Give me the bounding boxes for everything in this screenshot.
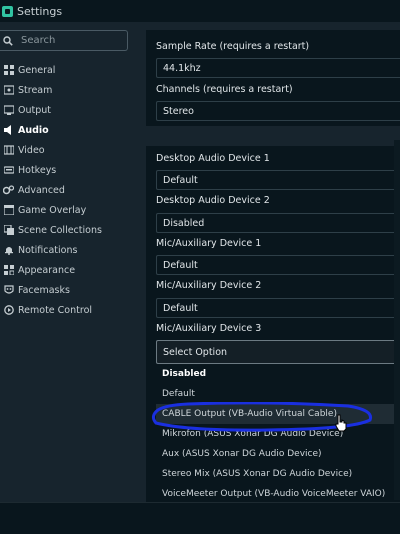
sidebar: General Stream Output Audio Video Hotkey… [0, 22, 143, 502]
dropdown-option-disabled[interactable]: Disabled [156, 364, 400, 384]
general-audio-panel: Sample Rate (requires a restart) 44.1khz… [146, 30, 400, 126]
mic-aux-3-dropdown-list: Disabled Default CABLE Output (VB-Audio … [156, 364, 400, 504]
sidebar-item-label: Audio [18, 124, 49, 136]
scrollbar[interactable] [394, 140, 400, 500]
mic-aux-1-select[interactable]: Default [156, 255, 400, 275]
speaker-icon [3, 125, 14, 136]
sidebar-item-label: Stream [18, 84, 53, 96]
sidebar-item-scene-collections[interactable]: Scene Collections [0, 220, 143, 240]
mic-aux-3-label: Mic/Auxiliary Device 3 [156, 323, 262, 334]
desktop-audio-1-label: Desktop Audio Device 1 [156, 153, 270, 164]
window-title: Settings [17, 4, 63, 18]
sidebar-item-facemasks[interactable]: Facemasks [0, 280, 143, 300]
search-icon [3, 35, 17, 46]
gears-icon [3, 185, 14, 196]
channels-select[interactable]: Stereo [156, 101, 400, 121]
sidebar-item-label: Output [18, 104, 51, 116]
sample-rate-select[interactable]: 44.1khz [156, 58, 400, 78]
footer-bar [0, 502, 400, 534]
sidebar-item-advanced[interactable]: Advanced [0, 180, 143, 200]
collection-icon [3, 225, 14, 236]
sidebar-item-remote-control[interactable]: Remote Control [0, 300, 143, 320]
settings-nav: General Stream Output Audio Video Hotkey… [0, 60, 143, 320]
output-icon [3, 105, 14, 116]
sidebar-item-label: Scene Collections [18, 224, 102, 236]
sidebar-item-appearance[interactable]: Appearance [0, 260, 143, 280]
dropdown-option-default[interactable]: Default [156, 384, 400, 404]
sidebar-item-label: Notifications [18, 244, 78, 256]
sidebar-item-audio[interactable]: Audio [0, 120, 143, 140]
sidebar-item-label: General [18, 64, 56, 76]
mic-aux-1-label: Mic/Auxiliary Device 1 [156, 238, 262, 249]
desktop-audio-2-label: Desktop Audio Device 2 [156, 195, 270, 206]
sidebar-item-general[interactable]: General [0, 60, 143, 80]
mic-aux-2-label: Mic/Auxiliary Device 2 [156, 280, 262, 291]
palette-icon [3, 265, 14, 276]
dropdown-option-stereo-mix[interactable]: Stereo Mix (ASUS Xonar DG Audio Device) [156, 464, 400, 484]
app-logo-icon [2, 5, 13, 17]
sidebar-item-label: Facemasks [18, 284, 70, 296]
desktop-audio-1-select[interactable]: Default [156, 170, 400, 190]
sidebar-item-label: Hotkeys [18, 164, 57, 176]
sidebar-item-video[interactable]: Video [0, 140, 143, 160]
sidebar-item-label: Remote Control [18, 304, 93, 316]
remote-icon [3, 305, 14, 316]
keyboard-icon [3, 165, 14, 176]
sidebar-item-output[interactable]: Output [0, 100, 143, 120]
bell-icon [3, 245, 14, 256]
search-box[interactable] [0, 30, 128, 51]
title-bar: Settings [0, 0, 400, 22]
mic-aux-3-select[interactable]: Select Option [156, 340, 400, 364]
sidebar-item-label: Game Overlay [18, 204, 87, 216]
window-icon [3, 205, 14, 216]
sidebar-item-game-overlay[interactable]: Game Overlay [0, 200, 143, 220]
mic-aux-2-select[interactable]: Default [156, 298, 400, 318]
dropdown-option-mikrofon[interactable]: Mikrofon (ASUS Xonar DG Audio Device) [156, 424, 400, 444]
broadcast-icon [3, 85, 14, 96]
sidebar-item-notifications[interactable]: Notifications [0, 240, 143, 260]
sidebar-item-label: Appearance [18, 264, 76, 276]
mask-icon [3, 285, 14, 296]
sidebar-item-hotkeys[interactable]: Hotkeys [0, 160, 143, 180]
sidebar-item-stream[interactable]: Stream [0, 80, 143, 100]
desktop-audio-2-select[interactable]: Disabled [156, 213, 400, 233]
hand-cursor-icon [335, 414, 347, 432]
grid-icon [3, 65, 14, 76]
channels-label: Channels (requires a restart) [156, 84, 293, 95]
dropdown-option-cable-output[interactable]: CABLE Output (VB-Audio Virtual Cable) [156, 404, 400, 424]
search-input[interactable] [21, 35, 121, 46]
sample-rate-label: Sample Rate (requires a restart) [156, 41, 310, 52]
sidebar-item-label: Advanced [18, 184, 65, 196]
dropdown-option-voicemeeter-output[interactable]: VoiceMeeter Output (VB-Audio VoiceMeeter… [156, 484, 400, 504]
dropdown-option-aux[interactable]: Aux (ASUS Xonar DG Audio Device) [156, 444, 400, 464]
sidebar-item-label: Video [18, 144, 45, 156]
film-icon [3, 145, 14, 156]
